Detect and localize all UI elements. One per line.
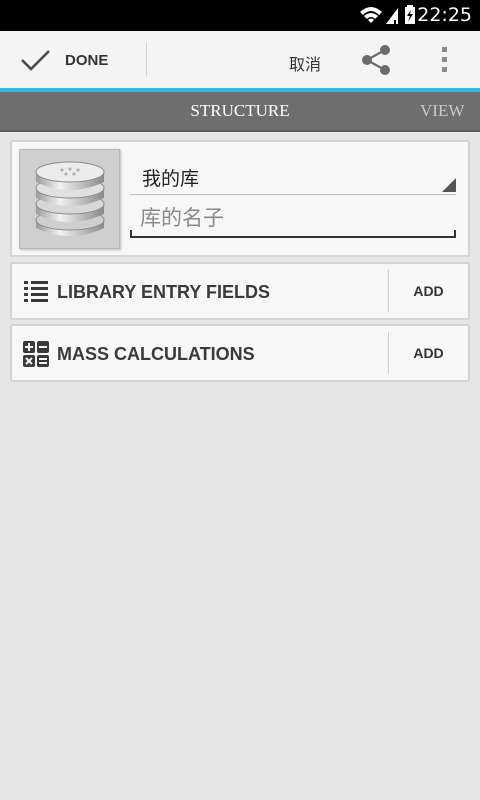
mass-calculations-row: MASS CALCULATIONS ADD bbox=[10, 324, 470, 382]
library-card: 我的库 bbox=[10, 140, 470, 257]
library-selector[interactable]: 我的库 bbox=[130, 156, 456, 195]
database-icon bbox=[35, 161, 105, 236]
action-bar: DONE 取消 bbox=[0, 31, 480, 88]
input-underline-tick-right bbox=[454, 230, 456, 238]
add-mass-calculation-button[interactable]: ADD bbox=[389, 326, 468, 380]
share-icon bbox=[362, 45, 390, 75]
done-button[interactable]: DONE bbox=[0, 31, 146, 88]
signal-icon bbox=[386, 8, 398, 24]
done-label: DONE bbox=[65, 52, 109, 69]
library-name-input[interactable] bbox=[130, 200, 456, 238]
calculator-icon bbox=[23, 341, 49, 367]
cancel-label: 取消 bbox=[289, 55, 322, 74]
tab-structure[interactable]: STRUCTURE bbox=[150, 92, 330, 130]
status-icons bbox=[358, 4, 420, 26]
add-mass-calculation-label: ADD bbox=[413, 345, 444, 361]
check-icon bbox=[21, 50, 50, 71]
library-entry-fields-label: LIBRARY ENTRY FIELDS bbox=[57, 282, 271, 302]
cancel-button[interactable]: 取消 bbox=[280, 31, 328, 88]
battery-charging-icon bbox=[405, 5, 415, 24]
library-entry-fields-row: LIBRARY ENTRY FIELDS ADD bbox=[10, 262, 470, 320]
share-button[interactable] bbox=[350, 31, 402, 88]
overflow-menu-icon bbox=[442, 47, 447, 72]
list-icon bbox=[24, 281, 48, 302]
tab-view[interactable]: VIEW bbox=[420, 92, 480, 130]
overflow-menu-button[interactable] bbox=[425, 31, 465, 88]
library-image[interactable] bbox=[19, 149, 120, 249]
wifi-icon bbox=[360, 7, 382, 23]
add-entry-field-label: ADD bbox=[413, 283, 444, 299]
tab-strip: STRUCTURE VIEW bbox=[0, 92, 480, 132]
mass-calculations-label: MASS CALCULATIONS bbox=[57, 344, 255, 364]
status-bar: 22:25 bbox=[0, 0, 480, 31]
library-selector-value: 我的库 bbox=[142, 168, 200, 190]
input-underline-tick-left bbox=[130, 230, 132, 238]
action-bar-divider bbox=[146, 43, 147, 76]
dropdown-corner-icon bbox=[442, 178, 456, 192]
add-entry-field-button[interactable]: ADD bbox=[389, 264, 468, 318]
status-time: 22:25 bbox=[417, 4, 472, 26]
